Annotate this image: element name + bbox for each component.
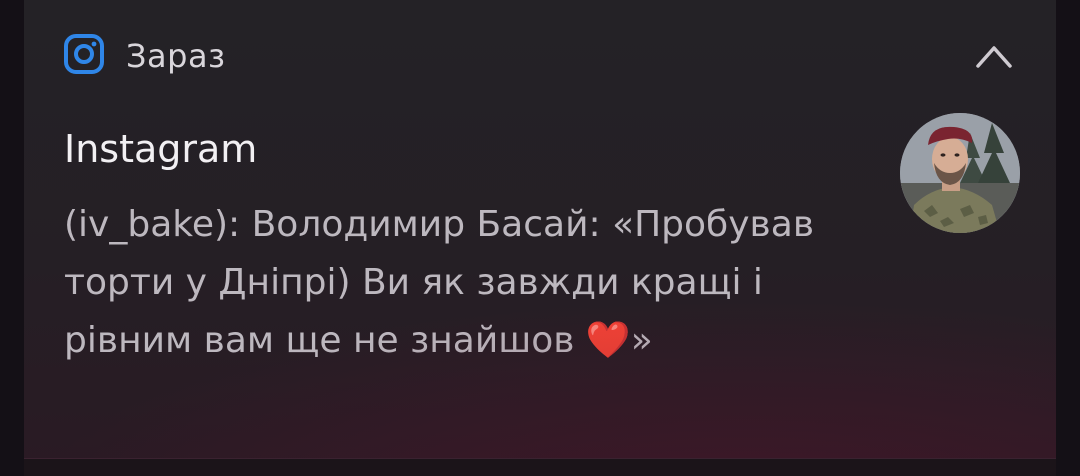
divider bbox=[24, 458, 1056, 476]
chevron-up-icon bbox=[976, 46, 1012, 68]
collapse-button[interactable] bbox=[972, 38, 1016, 74]
notification-screen: Зараз Instagram (iv_bake): Володимир Бас… bbox=[0, 0, 1080, 476]
notification-time: Зараз bbox=[126, 37, 226, 75]
notification-card[interactable]: Зараз Instagram (iv_bake): Володимир Бас… bbox=[24, 0, 1056, 476]
instagram-icon bbox=[64, 34, 104, 74]
notification-message: (iv_bake): Володимир Басай: «Пробував то… bbox=[64, 196, 864, 370]
message-text: (iv_bake): Володимир Басай: «Пробував то… bbox=[64, 204, 815, 361]
message-end: » bbox=[630, 320, 653, 361]
notification-title: Instagram bbox=[64, 127, 258, 171]
heart-emoji: ❤️ bbox=[585, 320, 631, 361]
notification-header: Зараз bbox=[64, 30, 1016, 80]
avatar bbox=[900, 113, 1020, 233]
